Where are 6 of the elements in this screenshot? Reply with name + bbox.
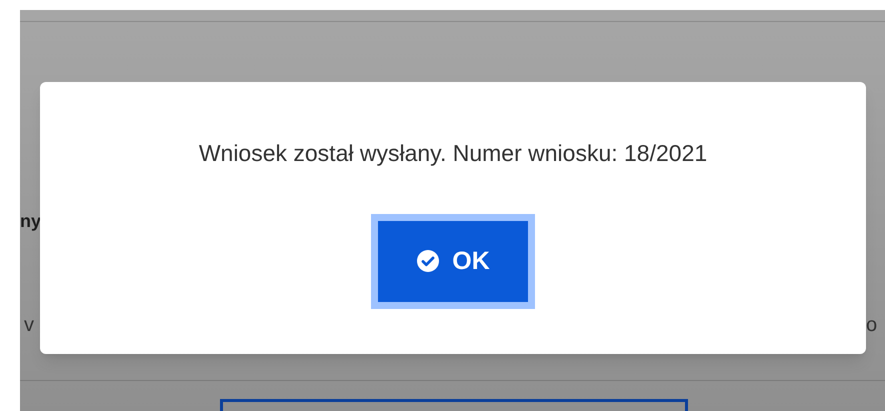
label-text: v xyxy=(24,315,34,335)
label-text: o xyxy=(866,315,878,335)
dialog-message: Wniosek został wysłany. Numer wniosku: 18/2021 xyxy=(198,139,708,168)
heading-text: ny xyxy=(20,212,42,230)
ok-button[interactable]: OK xyxy=(378,220,528,302)
check-circle-icon xyxy=(416,249,440,274)
